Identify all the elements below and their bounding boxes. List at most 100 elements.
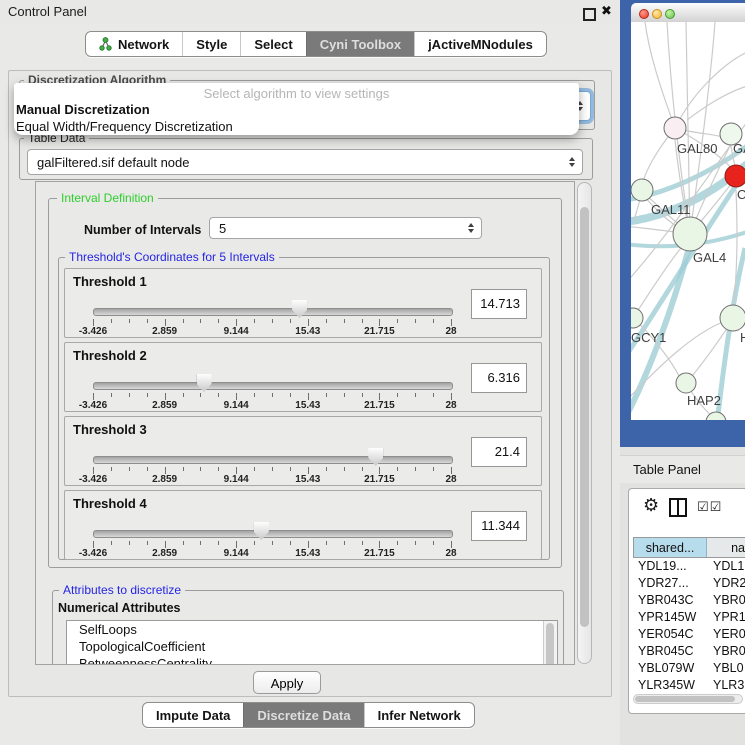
close-traffic-light-icon[interactable]	[639, 9, 649, 19]
cell-shared-name[interactable]: YER054C	[633, 626, 707, 643]
network-node-hap2[interactable]	[676, 373, 696, 393]
select-columns-checkboxes-icon[interactable]: ☑☑	[697, 499, 722, 515]
slider-tick	[379, 393, 380, 400]
settings-scrollbar[interactable]	[577, 182, 592, 664]
attribute-list-item[interactable]: SelfLoops	[67, 621, 557, 638]
cell-shared-name[interactable]: YPR145W	[633, 609, 707, 626]
cell-name[interactable]: YBL0	[707, 660, 745, 677]
network-node-h[interactable]	[720, 305, 745, 331]
threshold-slider-track[interactable]	[93, 308, 453, 316]
table-row[interactable]: YDL19...YDL1	[633, 558, 745, 575]
slider-tick-label: 15.43	[295, 400, 320, 411]
dropdown-option-manual[interactable]: Manual Discretization	[16, 102, 150, 117]
network-edge[interactable]	[690, 22, 715, 234]
table-data-select[interactable]: galFiltered.sif default node	[27, 149, 583, 175]
slider-tick	[451, 541, 452, 548]
apply-button[interactable]: Apply	[253, 671, 321, 694]
threshold-value-field[interactable]: 6.316	[471, 363, 527, 393]
cell-shared-name[interactable]: YBR045C	[633, 643, 707, 660]
slider-tick	[165, 319, 166, 326]
slider-tick	[129, 467, 130, 471]
cell-name[interactable]: YPR1	[707, 609, 745, 626]
cell-name[interactable]: YER0	[707, 626, 745, 643]
network-node-gal80[interactable]	[664, 117, 686, 139]
cell-shared-name[interactable]: YBR043C	[633, 592, 707, 609]
network-node-gal4[interactable]	[673, 217, 707, 251]
threshold-slider-track[interactable]	[93, 530, 453, 538]
network-node-gal11[interactable]	[631, 179, 653, 201]
threshold-slider-track[interactable]	[93, 382, 453, 390]
threshold-label: Threshold 2	[73, 348, 147, 363]
network-node-label: H	[740, 330, 745, 345]
float-window-icon[interactable]	[583, 8, 596, 21]
table-horizontal-scrollbar[interactable]	[633, 694, 743, 704]
threshold-slider-track[interactable]	[93, 456, 453, 464]
slider-tick-label: 28	[445, 400, 456, 411]
slider-tick	[415, 541, 416, 545]
tab-network[interactable]: Network	[86, 32, 182, 56]
threshold-value-field[interactable]: 21.4	[471, 437, 527, 467]
network-node-gcy1[interactable]	[631, 308, 643, 328]
tab-select[interactable]: Select	[240, 32, 305, 56]
slider-tick	[326, 393, 327, 397]
minimize-traffic-light-icon[interactable]	[652, 9, 662, 19]
cell-shared-name[interactable]: YLR345W	[633, 677, 707, 689]
columns-icon[interactable]	[669, 498, 687, 517]
attributes-group-label: Attributes to discretize	[59, 583, 185, 597]
table-row[interactable]: YBR043CYBR0	[633, 592, 745, 609]
threshold-panel-4: Threshold 4-3.4262.8599.14415.4321.71528…	[64, 490, 542, 560]
threshold-value-field[interactable]: 11.344	[471, 511, 527, 541]
slider-tick-label: 15.43	[295, 326, 320, 337]
network-node-c[interactable]	[725, 165, 745, 187]
attribute-list-item[interactable]: BetweennessCentrality	[67, 655, 557, 665]
cell-shared-name[interactable]: YDR27...	[633, 575, 707, 592]
slider-tick	[326, 541, 327, 545]
zoom-traffic-light-icon[interactable]	[665, 9, 675, 19]
cell-name[interactable]: YLR3	[707, 677, 745, 689]
gear-icon[interactable]: ⚙	[643, 495, 659, 516]
table-row[interactable]: YBL079WYBL0	[633, 660, 745, 677]
tab-impute-data[interactable]: Impute Data	[143, 703, 243, 727]
threshold-value-field[interactable]: 14.713	[471, 289, 527, 319]
number-of-intervals-select[interactable]: 5	[209, 217, 482, 239]
cell-shared-name[interactable]: YBL079W	[633, 660, 707, 677]
slider-tick	[362, 319, 363, 323]
table-row[interactable]: YDR27...YDR2	[633, 575, 745, 592]
table-row[interactable]: YLR345WYLR3	[633, 677, 745, 689]
combo-arrows-icon	[468, 220, 474, 236]
table-row[interactable]: YPR145WYPR1	[633, 609, 745, 626]
tab-infer-network[interactable]: Infer Network	[364, 703, 474, 727]
cell-shared-name[interactable]: YDL19...	[633, 558, 707, 575]
slider-tick	[362, 541, 363, 545]
slider-tick	[326, 319, 327, 323]
slider-tick	[451, 393, 452, 400]
table-row[interactable]: YER054CYER0	[633, 626, 745, 643]
cell-name[interactable]: YBR0	[707, 592, 745, 609]
tab-cyni-toolbox[interactable]: Cyni Toolbox	[306, 32, 414, 56]
network-edge[interactable]	[675, 52, 745, 128]
close-icon[interactable]: ✖	[601, 3, 612, 19]
slider-tick-label: -3.426	[79, 326, 107, 337]
network-canvas[interactable]: GAL80GACGAL11GAL4GCY1HHAP2	[631, 22, 745, 420]
numerical-attributes-list: SelfLoopsTopologicalCoefficientBetweenne…	[66, 620, 558, 665]
cell-name[interactable]: YBR0	[707, 643, 745, 660]
column-header-name[interactable]: na	[707, 538, 745, 557]
table-row[interactable]: YBR045CYBR0	[633, 643, 745, 660]
tab-discretize-data[interactable]: Discretize Data	[243, 703, 363, 727]
slider-tick	[451, 467, 452, 474]
scrollbar-thumb[interactable]	[580, 207, 589, 627]
attribute-list-item[interactable]: TopologicalCoefficient	[67, 638, 557, 655]
cell-name[interactable]: YDR2	[707, 575, 745, 592]
network-edge[interactable]	[687, 86, 745, 120]
slider-tick	[147, 467, 148, 471]
tab-jactivemnodules[interactable]: jActiveMNodules	[414, 32, 546, 56]
slider-tick	[397, 319, 398, 323]
dropdown-option-equal-width[interactable]: Equal Width/Frequency Discretization	[16, 119, 233, 134]
cell-name[interactable]: YDL1	[707, 558, 745, 575]
slider-tick	[183, 393, 184, 397]
tab-style[interactable]: Style	[182, 32, 240, 56]
slider-tick	[272, 319, 273, 323]
column-header-shared-name[interactable]: shared...	[634, 538, 707, 557]
slider-tick	[147, 393, 148, 397]
list-scrollbar[interactable]	[543, 621, 557, 665]
